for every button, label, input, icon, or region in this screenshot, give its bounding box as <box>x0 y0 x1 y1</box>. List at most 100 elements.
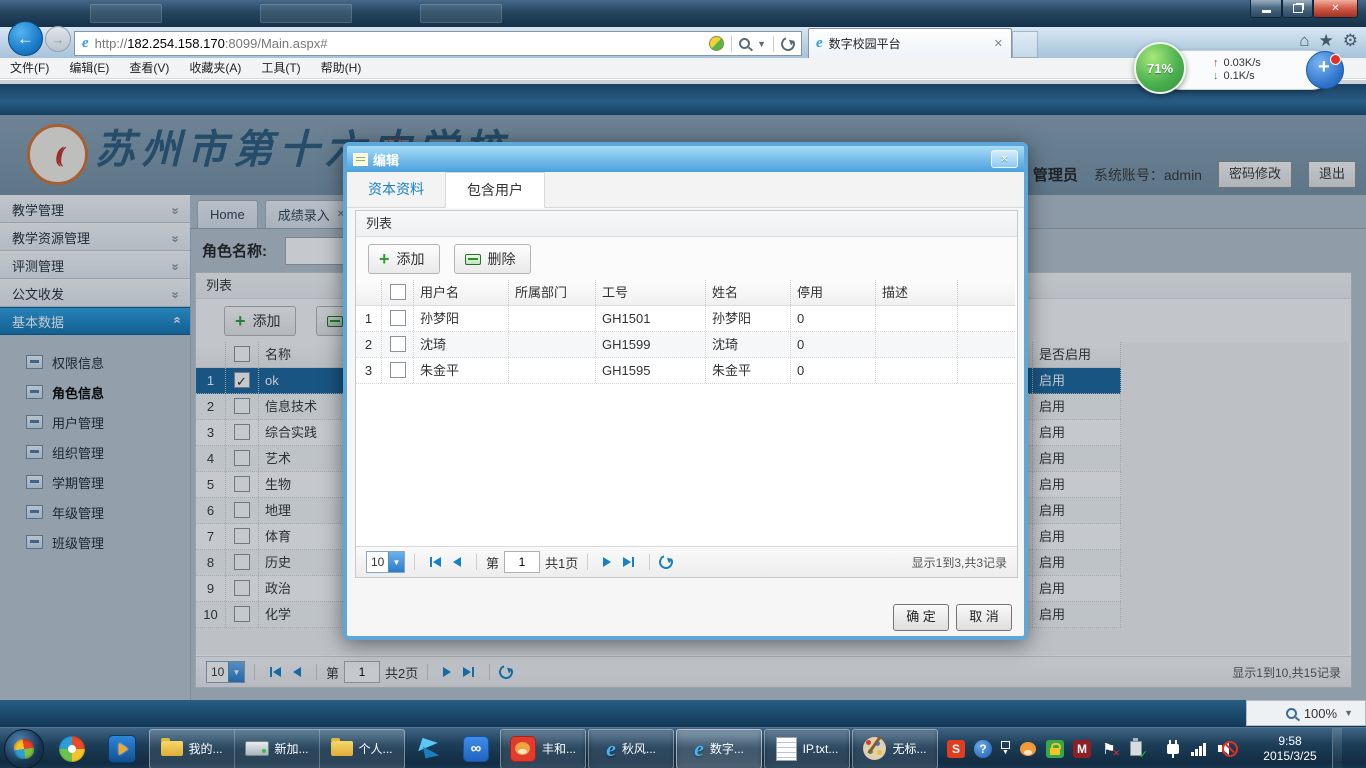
system-tray: S ? ▼ M ⚑ ✓ <box>947 740 1145 758</box>
dialog-close-button[interactable]: ✕ <box>991 150 1018 168</box>
m-app-tray-icon[interactable]: M <box>1073 740 1091 758</box>
name-column-header[interactable]: 姓名 <box>706 280 791 305</box>
screen: ✕ ← → e http://182.254.158.170:8099/Main… <box>0 0 1366 768</box>
back-button[interactable]: ← <box>8 21 43 56</box>
grid-header: 用户名 所属部门 工号 姓名 停用 描述 <box>356 280 1015 306</box>
page-size-select[interactable]: 10 ▼ <box>366 551 405 573</box>
tab-close-icon[interactable]: ✕ <box>994 37 1003 50</box>
form-icon <box>353 153 368 166</box>
page-number-input[interactable] <box>504 551 540 573</box>
taskbar-browser-swirl-button[interactable] <box>48 730 96 768</box>
taskbar-fenghe-button[interactable]: 丰和... <box>500 729 586 768</box>
taskbar-personal-folder-button[interactable]: 个人... <box>320 730 404 768</box>
minimize-button[interactable] <box>1250 0 1282 18</box>
jobid-column-header[interactable]: 工号 <box>596 280 706 305</box>
select-all-checkbox[interactable] <box>382 280 414 305</box>
titlebar-thumbnail <box>420 4 502 23</box>
tab-basic-info[interactable]: 资本资料 <box>347 172 445 206</box>
memory-usage-ball[interactable]: 71% <box>1134 42 1186 94</box>
taskbar-paint-button[interactable]: 无标... <box>852 729 938 768</box>
taskbar-qiufeng-ie-button[interactable]: e秋风... <box>588 729 674 768</box>
browser-tab[interactable]: e 数字校园平台 ✕ <box>808 28 1012 58</box>
dialog-user-list-panel: 列表 添加 删除 用户名 所属部门 工号 姓名 停用 描述 1 <box>355 210 1018 578</box>
last-page-button[interactable] <box>617 554 640 570</box>
next-page-button[interactable] <box>597 554 617 570</box>
volume-muted-icon[interactable] <box>1218 741 1238 757</box>
disabled-column-header[interactable]: 停用 <box>791 280 876 305</box>
row-checkbox[interactable] <box>382 306 414 331</box>
plus-icon <box>379 252 390 266</box>
new-tab-button[interactable] <box>1012 31 1038 58</box>
show-hidden-icons-button[interactable]: ▼ <box>1001 741 1010 756</box>
row-checkbox[interactable] <box>382 332 414 357</box>
network-signal-icon[interactable] <box>1191 742 1206 756</box>
titlebar-thumbnail <box>90 4 162 23</box>
first-page-button[interactable] <box>424 554 447 570</box>
menu-help[interactable]: 帮助(H) <box>311 58 372 78</box>
table-row[interactable]: 3 朱金平 GH1595 朱金平 0 <box>356 358 1015 384</box>
taskbar-media-player-button[interactable] <box>98 730 146 768</box>
dialog-pagination-bar: 10 ▼ 第 共1页 显示1到3,共3记录 <box>356 546 1017 577</box>
taskbar-netdisk-button[interactable]: ∞ <box>454 730 498 768</box>
menu-file[interactable]: 文件(F) <box>0 58 59 78</box>
power-plug-icon[interactable] <box>1167 744 1179 754</box>
checkbox-icon <box>390 310 406 326</box>
usb-device-icon[interactable]: ✓ <box>1127 740 1145 758</box>
ie-favicon: e <box>82 35 89 52</box>
site-safety-icon[interactable] <box>709 36 724 51</box>
panel-title: 列表 <box>356 211 1017 237</box>
menu-edit[interactable]: 编辑(E) <box>59 58 119 78</box>
username-column-header[interactable]: 用户名 <box>414 280 509 305</box>
security-lock-icon[interactable] <box>1046 740 1064 758</box>
menu-favorites[interactable]: 收藏夹(A) <box>179 58 251 78</box>
taskbar-new-volume-button[interactable]: 新加... <box>235 730 320 768</box>
ok-button[interactable]: 确 定 <box>893 604 949 631</box>
taskbar-documents-button[interactable]: 我的... <box>150 730 235 768</box>
browser-zoom-widget[interactable]: 100% ▼ <box>1246 700 1366 726</box>
restore-icon <box>1293 4 1303 13</box>
help-tray-icon[interactable]: ? <box>974 740 992 758</box>
action-center-flag-icon[interactable]: ⚑ <box>1100 740 1118 758</box>
url-host: 182.254.158.170 <box>127 36 225 51</box>
taskbar-messenger-button[interactable] <box>408 730 452 768</box>
zoom-dropdown-caret[interactable]: ▼ <box>1344 708 1353 718</box>
taskbar: 我的... 新加... 个人... ∞ 丰和... e秋风... e数字... … <box>0 727 1366 768</box>
reload-grid-icon[interactable] <box>657 553 676 572</box>
table-row[interactable]: 1 孙梦阳 GH1501 孙梦阳 0 <box>356 306 1015 332</box>
department-column-header[interactable]: 所属部门 <box>509 280 596 305</box>
menu-tools[interactable]: 工具(T) <box>251 58 310 78</box>
window-icon <box>1001 741 1010 749</box>
row-checkbox[interactable] <box>382 358 414 383</box>
refresh-icon[interactable] <box>779 34 798 53</box>
ie-favicon: e <box>816 35 823 52</box>
taskbar-notepad-button[interactable]: IP.txt... <box>764 729 850 768</box>
close-button[interactable]: ✕ <box>1313 0 1358 18</box>
dialog-titlebar[interactable]: 编辑 ✕ <box>347 146 1024 172</box>
show-desktop-button[interactable] <box>1332 728 1342 768</box>
forward-button[interactable]: → <box>45 26 71 52</box>
add-button[interactable]: 添加 <box>368 244 440 274</box>
description-column-header[interactable]: 描述 <box>876 280 958 305</box>
address-bar[interactable]: e http://182.254.158.170:8099/Main.aspx#… <box>74 31 802 56</box>
search-dropdown-caret[interactable]: ▼ <box>757 39 766 49</box>
dialog-footer: 确 定 取 消 <box>893 604 1012 631</box>
cancel-button[interactable]: 取 消 <box>956 604 1012 631</box>
previous-page-button[interactable] <box>447 554 467 570</box>
system-status-icons <box>1167 741 1238 757</box>
net-speed-monitor[interactable]: ↑0.03K/s ↓0.1K/s 71% <box>1128 38 1366 98</box>
restore-button[interactable] <box>1282 0 1313 18</box>
divider <box>773 36 774 52</box>
delete-button[interactable]: 删除 <box>454 244 531 274</box>
search-icon[interactable] <box>739 38 750 49</box>
sogou-input-icon[interactable]: S <box>947 740 965 758</box>
delete-icon <box>465 254 481 265</box>
tab-included-users[interactable]: 包含用户 <box>445 172 545 208</box>
titlebar-thumbnail <box>260 4 352 23</box>
accelerator-icon[interactable] <box>1306 51 1344 89</box>
menu-view[interactable]: 查看(V) <box>119 58 179 78</box>
ox-tray-icon[interactable] <box>1019 740 1037 758</box>
start-button[interactable] <box>4 729 44 768</box>
taskbar-clock[interactable]: 9:58 2015/3/25 <box>1254 734 1326 764</box>
table-row[interactable]: 2 沈琦 GH1599 沈琦 0 <box>356 332 1015 358</box>
taskbar-digital-campus-button[interactable]: e数字... <box>676 729 762 768</box>
